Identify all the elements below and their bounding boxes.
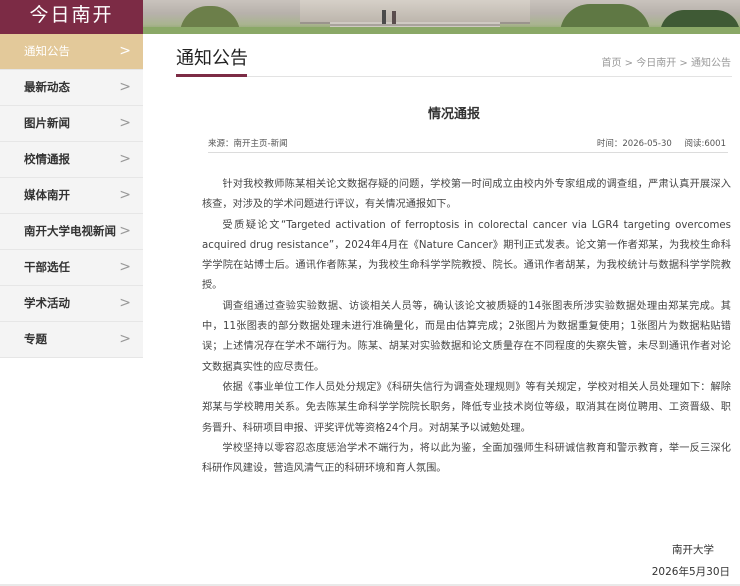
article-date: 2026年5月30日: [651, 566, 730, 578]
article-meta: 来源：南开主页-新闻 时间：2026-05-30 阅读:6001: [208, 137, 726, 151]
article-paragraph: 针对我校教师陈某相关论文数据存疑的问题，学校第一时间成立由校内外专家组成的调查组…: [202, 179, 731, 211]
banner-figure: [382, 10, 386, 24]
sidebar-item-label: 校情通报: [24, 152, 70, 166]
sidebar-item-photo-news[interactable]: 图片新闻 >: [0, 106, 143, 142]
sidebar-item-label: 通知公告: [24, 44, 70, 58]
article-meta-right: 时间：2026-05-30 阅读:6001: [587, 137, 726, 149]
sidebar-item-tv-news[interactable]: 南开大学电视新闻 >: [0, 214, 143, 250]
article-paragraph: 受质疑论文“Targeted activation of ferroptosis…: [202, 219, 731, 292]
sidebar-item-academic-events[interactable]: 学术活动 >: [0, 286, 143, 322]
article-paragraph: 学校坚持以零容忍态度惩治学术不端行为，将以此为鉴，全面加强师生科研诚信教育和警示…: [202, 442, 731, 475]
sidebar-item-label: 媒体南开: [24, 188, 70, 202]
sidebar-item-cadre-selection[interactable]: 干部选任 >: [0, 250, 143, 286]
chevron-right-icon: >: [119, 115, 131, 131]
page-title: 通知公告: [176, 48, 248, 69]
chevron-right-icon: >: [119, 79, 131, 95]
chevron-right-icon: >: [119, 331, 131, 347]
sidebar-item-label: 南开大学电视新闻: [24, 224, 116, 238]
breadcrumb-today-nankai-link[interactable]: 今日南开: [636, 58, 676, 69]
sidebar-item-latest-news[interactable]: 最新动态 >: [0, 70, 143, 106]
sidebar-item-campus-bulletin[interactable]: 校情通报 >: [0, 142, 143, 178]
breadcrumb-notices-link[interactable]: 通知公告: [691, 58, 731, 69]
sidebar-item-label: 图片新闻: [24, 116, 70, 130]
chevron-right-icon: >: [119, 43, 131, 59]
sidebar-item-label: 专题: [24, 332, 47, 346]
site-brand[interactable]: 今日南开: [0, 0, 143, 34]
article-paragraph: 依据《事业单位工作人员处分规定》《科研失信行为调查处理规则》等有关规定，学校对相…: [202, 381, 731, 434]
breadcrumb-separator: >: [679, 58, 688, 69]
meta-divider: [208, 152, 728, 153]
article-source: 来源：南开主页-新闻: [208, 139, 288, 149]
top-banner: 今日南开: [0, 0, 740, 34]
chevron-right-icon: >: [119, 223, 131, 239]
breadcrumb: 首页 > 今日南开 > 通知公告: [601, 54, 731, 69]
chevron-right-icon: >: [119, 187, 131, 203]
sidebar-item-topics[interactable]: 专题 >: [0, 322, 143, 358]
sidebar-item-media[interactable]: 媒体南开 >: [0, 178, 143, 214]
title-divider: [176, 76, 732, 77]
article-signature: 南开大学: [672, 544, 714, 556]
article-time: 时间：2026-05-30: [596, 139, 672, 149]
banner-figure: [392, 11, 396, 24]
sidebar-item-notices[interactable]: 通知公告 >: [0, 34, 143, 70]
breadcrumb-separator: >: [624, 58, 634, 69]
sidebar-item-label: 学术活动: [24, 296, 70, 310]
article-body: 针对我校教师陈某相关论文数据存疑的问题，学校第一时间成立由校内外专家组成的调查组…: [202, 175, 731, 479]
banner-building: [300, 0, 530, 24]
title-accent-bar: [176, 74, 247, 77]
sidebar-item-label: 干部选任: [24, 260, 70, 274]
breadcrumb-home-link[interactable]: 首页: [601, 58, 621, 69]
banner-lawn: [143, 27, 740, 34]
sidebar-item-label: 最新动态: [24, 80, 70, 94]
article-views: 阅读:6001: [684, 139, 727, 149]
sidebar-nav: 通知公告 > 最新动态 > 图片新闻 > 校情通报 > 媒体南开 > 南开大学电…: [0, 34, 143, 358]
article-title: 情况通报: [427, 107, 480, 122]
chevron-right-icon: >: [119, 151, 131, 167]
chevron-right-icon: >: [119, 259, 131, 275]
article-paragraph: 调查组通过查验实验数据、访谈相关人员等，确认该论文被质疑的14张图表所涉实验数据…: [202, 300, 731, 373]
chevron-right-icon: >: [119, 295, 131, 311]
